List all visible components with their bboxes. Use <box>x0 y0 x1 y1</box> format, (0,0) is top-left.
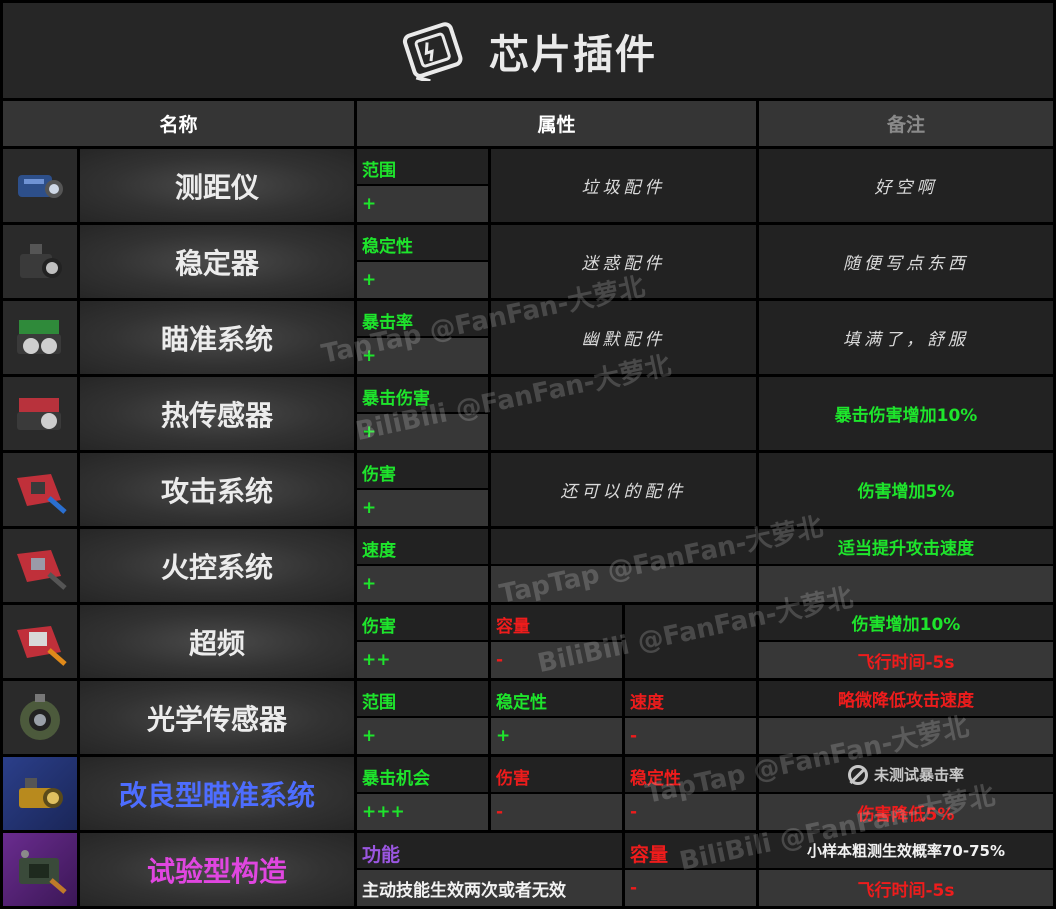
attack-chip-icon <box>3 453 77 526</box>
item-description: 迷惑配件 <box>491 225 756 298</box>
attr-empty <box>625 605 756 678</box>
attr-value: + <box>357 566 488 602</box>
attr-value: + <box>357 414 488 450</box>
attr-value: - <box>491 642 622 678</box>
item-description-empty <box>491 529 756 564</box>
attr-label: 范围 <box>357 681 488 716</box>
item-description: 垃圾配件 <box>491 149 756 222</box>
item-name: 稳定器 <box>80 225 354 298</box>
stabilizer-chip-icon <box>3 225 77 298</box>
title-bar: 芯片插件 <box>3 3 1053 98</box>
item-description: 还可以的配件 <box>491 453 756 526</box>
item-description: 幽默配件 <box>491 301 756 374</box>
item-name: 火控系统 <box>80 529 354 602</box>
item-name: 试验型构造 <box>80 833 354 906</box>
item-note: 好空啊 <box>759 149 1053 222</box>
attr-label: 容量 <box>491 605 622 640</box>
header-name: 名称 <box>3 101 354 146</box>
item-description-empty <box>491 566 756 602</box>
fire-control-chip-icon <box>3 529 77 602</box>
page-title: 芯片插件 <box>489 31 657 78</box>
attr-label: 功能 <box>357 833 622 868</box>
header-notes: 备注 <box>759 101 1053 146</box>
item-note: 略微降低攻击速度 <box>759 681 1053 716</box>
chip-card-icon <box>402 21 463 81</box>
item-description-empty <box>491 377 756 450</box>
item-note: 未测试暴击率 <box>759 757 1053 792</box>
item-note: 伤害增加5% <box>759 453 1053 526</box>
header-attributes: 属性 <box>357 101 756 146</box>
item-note-empty <box>759 566 1053 602</box>
item-name: 改良型瞄准系统 <box>80 757 354 830</box>
rangefinder-chip-icon <box>3 149 77 222</box>
item-note: 填满了，舒服 <box>759 301 1053 374</box>
attr-value: - <box>625 718 756 754</box>
attr-label: 速度 <box>625 681 756 716</box>
attr-value: - <box>625 870 756 906</box>
attr-label: 暴击率 <box>357 301 488 336</box>
item-name: 热传感器 <box>80 377 354 450</box>
overclock-chip-icon <box>3 605 77 678</box>
thermal-sensor-chip-icon <box>3 377 77 450</box>
item-note-secondary: 飞行时间-5s <box>759 870 1053 906</box>
attr-label: 伤害 <box>491 757 622 792</box>
attr-label: 暴击机会 <box>357 757 488 792</box>
chip-plugin-table: 芯片插件 名称 属性 备注 测距仪 范围 + 垃圾配件 好空啊 稳定器 稳定性 … <box>0 0 1056 909</box>
item-note: 随便写点东西 <box>759 225 1053 298</box>
attr-label: 容量 <box>625 833 756 868</box>
optical-sensor-chip-icon <box>3 681 77 754</box>
attr-label: 稳定性 <box>625 757 756 792</box>
attr-value: + <box>357 490 488 526</box>
item-name: 光学传感器 <box>80 681 354 754</box>
attr-label: 速度 <box>357 529 488 564</box>
improved-targeting-chip-icon <box>3 757 77 830</box>
experimental-construct-chip-icon <box>3 833 77 906</box>
attr-label: 暴击伤害 <box>357 377 488 412</box>
attr-value: 主动技能生效两次或者无效 <box>357 870 622 906</box>
attr-label: 稳定性 <box>357 225 488 260</box>
item-note: 适当提升攻击速度 <box>759 529 1053 564</box>
item-name: 超频 <box>80 605 354 678</box>
item-note-text: 未测试暴击率 <box>873 766 964 784</box>
attr-value: ++ <box>357 642 488 678</box>
item-note-secondary: 伤害降低5% <box>759 794 1053 830</box>
attr-value: +++ <box>357 794 488 830</box>
attr-value: - <box>625 794 756 830</box>
targeting-chip-icon <box>3 301 77 374</box>
attr-label: 稳定性 <box>491 681 622 716</box>
attr-value: + <box>357 718 488 754</box>
item-note: 伤害增加10% <box>759 605 1053 640</box>
attr-value: + <box>357 186 488 222</box>
item-name: 瞄准系统 <box>80 301 354 374</box>
item-name: 攻击系统 <box>80 453 354 526</box>
attr-value: - <box>491 794 622 830</box>
item-note: 小样本粗测生效概率70-75% <box>759 833 1053 868</box>
item-note-secondary: 飞行时间-5s <box>759 642 1053 678</box>
attr-value: + <box>357 262 488 298</box>
item-note-empty <box>759 718 1053 754</box>
attr-label: 伤害 <box>357 453 488 488</box>
item-name: 测距仪 <box>80 149 354 222</box>
attr-label: 伤害 <box>357 605 488 640</box>
attr-value: + <box>357 338 488 374</box>
attr-value: + <box>491 718 622 754</box>
attr-label: 范围 <box>357 149 488 184</box>
prohibited-icon <box>847 764 868 785</box>
item-note: 暴击伤害增加10% <box>759 377 1053 450</box>
